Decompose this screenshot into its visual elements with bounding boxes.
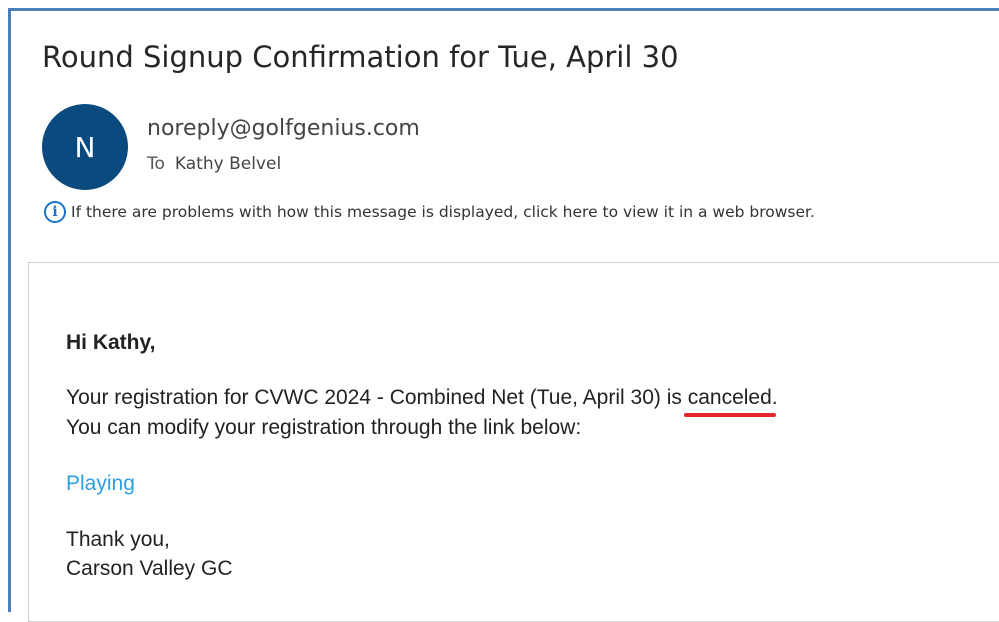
display-problem-notice[interactable]: i If there are problems with how this me… (44, 199, 815, 225)
registration-text: Your registration for CVWC 2024 - Combin… (66, 386, 688, 409)
playing-link[interactable]: Playing (66, 472, 135, 496)
registration-text-end: . (771, 386, 778, 409)
recipient-line: To Kathy Belvel (147, 154, 281, 174)
registration-status-line: Your registration for CVWC 2024 - Combin… (66, 386, 778, 417)
sender-address[interactable]: noreply@golfgenius.com (147, 116, 420, 141)
sender-avatar[interactable]: N (42, 104, 128, 190)
closing: Thank you, (66, 528, 170, 551)
recipient-name[interactable]: Kathy Belvel (175, 154, 281, 174)
status-word: canceled (683, 386, 776, 417)
modify-instructions: You can modify your registration through… (66, 416, 582, 439)
to-label: To (147, 154, 165, 174)
greeting: Hi Kathy, (66, 331, 156, 354)
email-subject: Round Signup Confirmation for Tue, April… (42, 40, 679, 74)
signature: Carson Valley GC (66, 557, 233, 580)
window-frame-top (8, 8, 999, 11)
red-underline-annotation (683, 413, 776, 417)
window-frame-left (8, 8, 11, 612)
view-in-browser-link[interactable]: If there are problems with how this mess… (71, 203, 815, 221)
info-circle-icon: i (44, 201, 66, 223)
avatar-initial: N (74, 130, 96, 164)
